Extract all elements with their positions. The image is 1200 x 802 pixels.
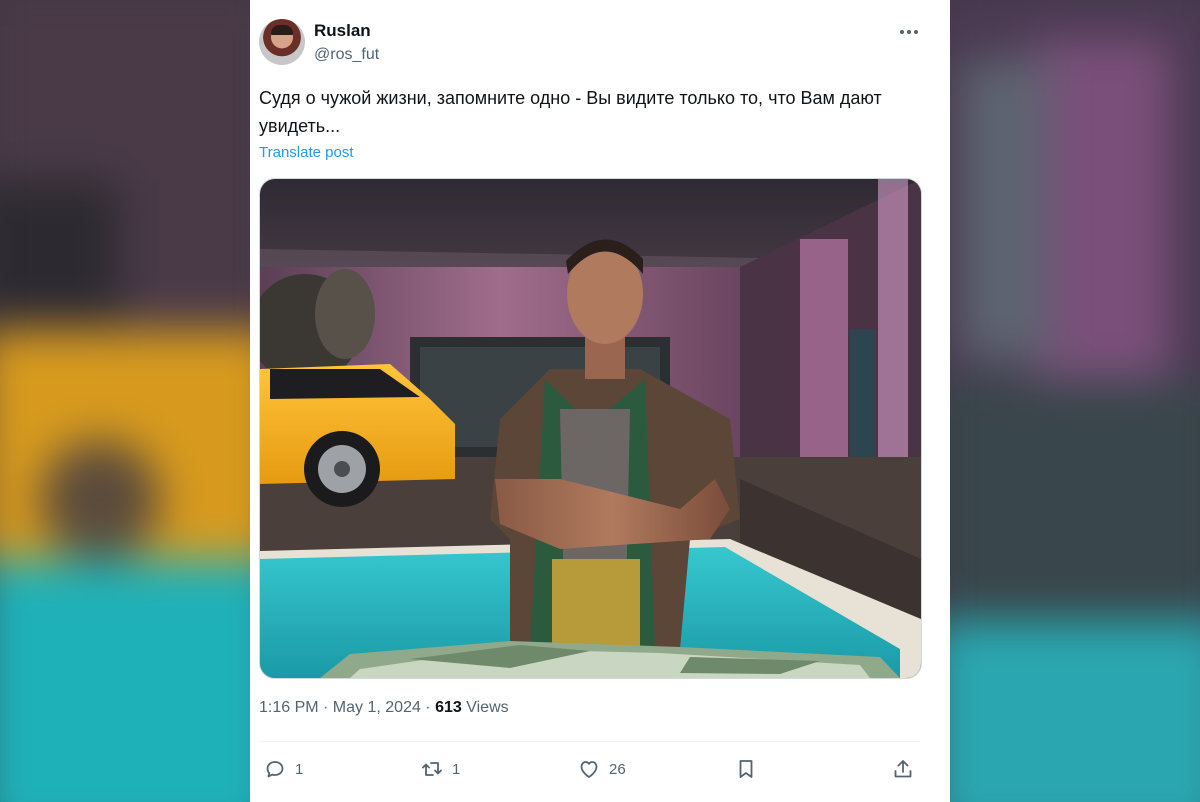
views-count: 613 — [435, 699, 462, 716]
bookmark-button[interactable] — [734, 752, 758, 786]
share-button[interactable] — [891, 752, 915, 786]
avatar[interactable] — [259, 19, 305, 65]
divider — [259, 741, 920, 742]
views-label: Views — [461, 699, 509, 716]
post-text: Судя о чужой жизни, запомните одно - Вы … — [259, 88, 882, 136]
heart-icon — [580, 761, 598, 778]
user-handle[interactable]: @ros_fut — [314, 46, 379, 64]
display-name[interactable]: Ruslan — [314, 21, 371, 41]
reply-count: 1 — [295, 760, 304, 778]
blurred-backdrop-left — [0, 0, 250, 802]
post-image-illustration — [260, 179, 921, 678]
share-icon — [894, 760, 912, 778]
action-bar: 1 1 26 — [250, 752, 950, 786]
more-horizontal-icon[interactable] — [896, 22, 922, 42]
post-card: Ruslan @ros_fut Судя о чужой жизни, запо… — [250, 0, 950, 802]
repost-count: 1 — [452, 760, 461, 778]
bookmark-icon — [739, 760, 753, 778]
repost-icon — [422, 762, 442, 776]
translate-post-link[interactable]: Translate post — [259, 144, 354, 161]
reply-button[interactable]: 1 — [263, 752, 303, 786]
post-timestamp[interactable]: 1:16 PM · May 1, 2024 · — [259, 699, 435, 716]
like-button[interactable]: 26 — [577, 752, 626, 786]
blurred-backdrop-right — [950, 0, 1200, 802]
repost-button[interactable]: 1 — [420, 752, 460, 786]
reply-icon — [266, 761, 284, 778]
like-count: 26 — [609, 760, 626, 778]
post-meta: 1:16 PM · May 1, 2024 · 613 Views — [259, 699, 509, 717]
post-image[interactable] — [259, 178, 922, 679]
